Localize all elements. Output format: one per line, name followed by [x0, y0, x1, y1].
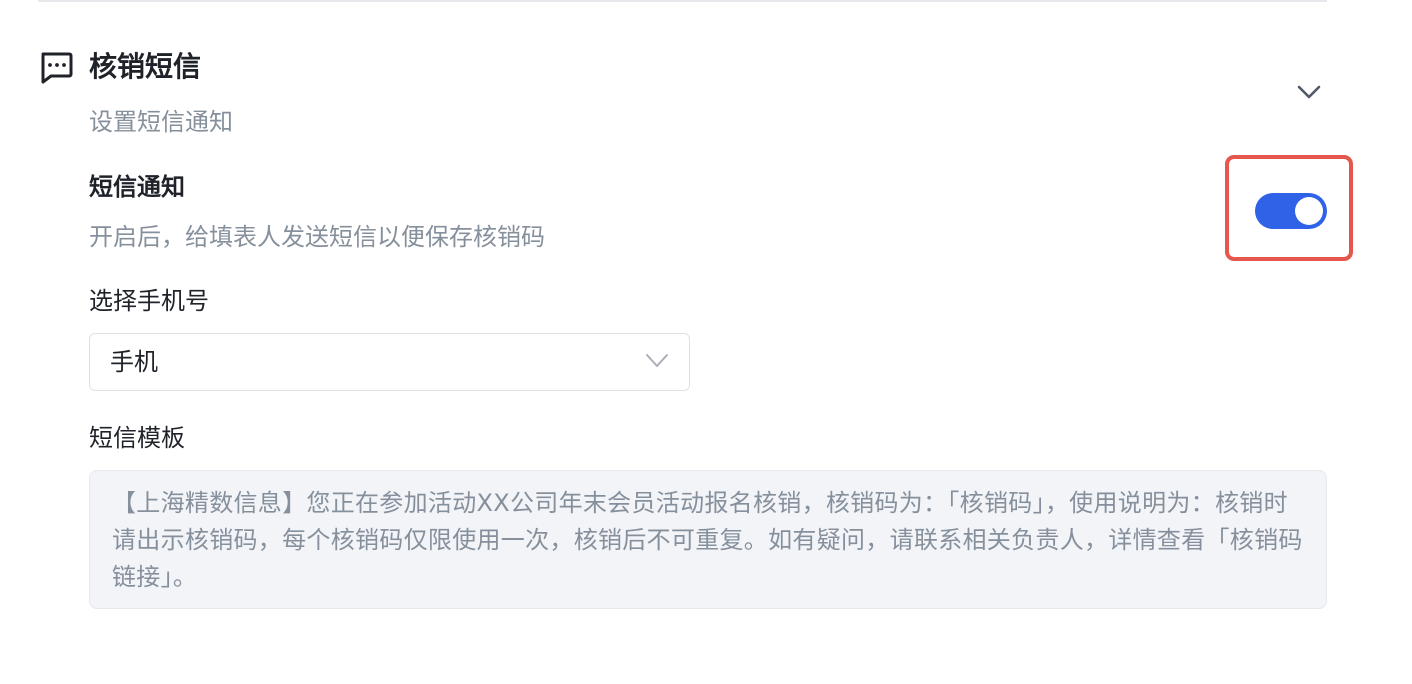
toggle-knob [1295, 197, 1323, 225]
phone-select-value: 手机 [110, 348, 158, 376]
phone-select[interactable]: 手机 [89, 333, 690, 391]
message-dots-icon [38, 51, 74, 85]
top-divider [38, 0, 1327, 2]
sms-notify-label: 短信通知 [89, 173, 185, 201]
chevron-down-icon [643, 349, 671, 373]
phone-select-label: 选择手机号 [89, 287, 209, 315]
sms-notify-toggle[interactable] [1255, 193, 1327, 229]
sms-notify-description: 开启后，给填表人发送短信以便保存核销码 [89, 223, 545, 251]
sms-template-label: 短信模板 [89, 424, 185, 452]
section-subtitle: 设置短信通知 [89, 108, 233, 136]
sms-template-box: 【上海精数信息】您正在参加活动XX公司年末会员活动报名核销，核销码为：「核销码」… [89, 470, 1327, 609]
sms-template-text: 【上海精数信息】您正在参加活动XX公司年末会员活动报名核销，核销码为：「核销码」… [112, 489, 1303, 591]
collapse-chevron-icon[interactable] [1293, 80, 1325, 104]
section-title: 核销短信 [89, 50, 202, 83]
